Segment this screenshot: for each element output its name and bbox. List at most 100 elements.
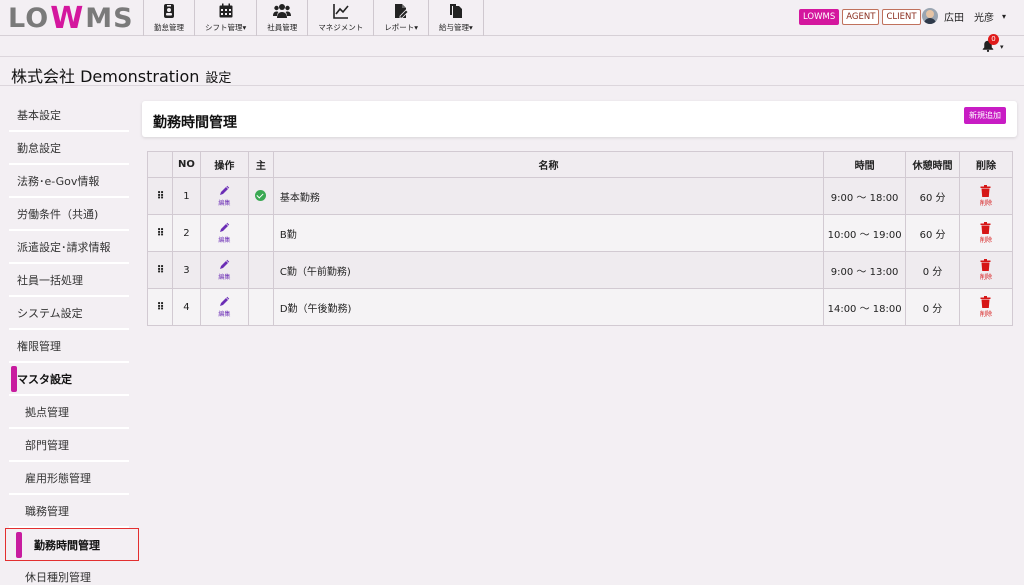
sidebar-item-bulk[interactable]: 社員一括処理 [9, 264, 129, 297]
delete-button[interactable]: 削除 [959, 288, 1013, 326]
add-new-button[interactable]: 新規追加 [964, 107, 1006, 124]
primary-indicator [247, 288, 274, 326]
sidebar-item-dispatch[interactable]: 派遣設定･請求情報 [9, 231, 129, 264]
sidebar-item-duties[interactable]: 職務管理 [9, 495, 129, 528]
row-name: B勤 [272, 214, 825, 252]
users-icon [273, 4, 292, 18]
content-title: 勤務時間管理 [153, 115, 237, 131]
drag-handle-icon[interactable]: ⠿ [147, 288, 173, 326]
primary-indicator [247, 251, 274, 289]
delete-label: 削除 [979, 200, 992, 207]
row-time: 14:00 〜 18:00 [823, 288, 907, 326]
edit-label: 編集 [218, 237, 231, 244]
delete-button[interactable]: 削除 [959, 177, 1013, 215]
row-name: D勤（午後勤務) [272, 288, 825, 326]
sidebar-item-departments[interactable]: 部門管理 [9, 429, 129, 462]
trash-icon [980, 185, 991, 197]
edit-label: 編集 [218, 274, 231, 281]
sidebar-item-labor-conditions[interactable]: 労働条件（共通) [9, 198, 129, 231]
role-badges: LOWMS AGENT CLIENT [799, 9, 921, 25]
edit-button[interactable]: 編集 [199, 251, 249, 289]
table-row: ⠿ 2 編集 B勤 10:00 〜 19:00 60 分 削除 [147, 214, 1013, 252]
delete-button[interactable]: 削除 [959, 251, 1013, 289]
row-time: 10:00 〜 19:00 [823, 214, 907, 252]
company-name: 株式会社 Demonstration [11, 67, 200, 86]
logo-text-end: MS [85, 2, 134, 34]
column-header-delete: 削除 [959, 151, 1013, 178]
nav-shift-label: シフト管理▾ [205, 23, 247, 32]
nav-management[interactable]: マネジメント [307, 0, 373, 36]
sidebar-item-attendance[interactable]: 勤怠設定 [9, 132, 129, 165]
delete-label: 削除 [979, 311, 992, 318]
logo-text-w: W [50, 0, 85, 36]
table-header-row: NO 操作 主 名称 時間 休憩時間 削除 [147, 151, 1013, 178]
pencil-icon [220, 222, 230, 232]
drag-handle-icon[interactable]: ⠿ [147, 214, 173, 252]
sidebar-item-permissions[interactable]: 権限管理 [9, 330, 129, 363]
page-title: 株式会社 Demonstration 設定 [11, 63, 231, 87]
row-time: 9:00 〜 18:00 [823, 177, 907, 215]
drag-handle-icon[interactable]: ⠿ [147, 251, 173, 289]
primary-indicator [247, 214, 274, 252]
column-header-primary: 主 [247, 151, 274, 178]
delete-label: 削除 [979, 237, 992, 244]
sidebar-item-holiday-types[interactable]: 休日種別管理 [9, 561, 129, 585]
pencil-icon [220, 259, 230, 269]
sidebar-item-legal[interactable]: 法務･e-Gov情報 [9, 165, 129, 198]
edit-button[interactable]: 編集 [199, 214, 249, 252]
section-name: 設定 [205, 71, 232, 86]
content-header: 勤務時間管理 新規追加 [142, 101, 1017, 137]
badge-agent[interactable]: AGENT [842, 9, 880, 25]
nav-attendance[interactable]: 勤怠管理 [143, 0, 194, 36]
column-header-time: 時間 [823, 151, 907, 178]
sidebar-item-employment-types[interactable]: 雇用形態管理 [9, 462, 129, 495]
sidebar-item-basic[interactable]: 基本設定 [9, 99, 129, 132]
table-row: ⠿ 1 編集 基本勤務 9:00 〜 18:00 60 分 削除 [147, 177, 1013, 215]
column-header-actions: 操作 [199, 151, 249, 178]
chart-line-icon [332, 4, 349, 19]
row-no: 3 [171, 251, 201, 289]
nav-shift[interactable]: シフト管理▾ [194, 0, 256, 36]
row-break: 60 分 [905, 214, 960, 252]
row-break: 0 分 [905, 288, 960, 326]
notification-button[interactable]: 0 ▾ [980, 34, 1008, 54]
nav-management-label: マネジメント [318, 23, 364, 32]
avatar [922, 8, 938, 24]
row-name: C勤（午前勤務) [272, 251, 825, 289]
nav-payroll[interactable]: 給与管理▾ [428, 0, 484, 36]
trash-icon [980, 296, 991, 308]
delete-button[interactable]: 削除 [959, 214, 1013, 252]
nav-employees-label: 社員管理 [267, 23, 298, 32]
top-navbar: LO W MS 勤怠管理 シフト管理▾ 社員管理 マネジメント レポート▾ 給与管理… [0, 0, 1024, 36]
edit-button[interactable]: 編集 [199, 177, 249, 215]
nav-report[interactable]: レポート▾ [373, 0, 428, 36]
logo-text-start: LO [8, 2, 50, 34]
table-row: ⠿ 4 編集 D勤（午後勤務) 14:00 〜 18:00 0 分 削除 [147, 288, 1013, 326]
row-no: 2 [171, 214, 201, 252]
edit-label: 編集 [218, 311, 231, 318]
settings-sidebar: 基本設定 勤怠設定 法務･e-Gov情報 労働条件（共通) 派遣設定･請求情報 … [5, 99, 139, 585]
user-menu[interactable]: 広田 光彦 ▾ [922, 8, 1006, 24]
app-logo[interactable]: LO W MS [8, 0, 134, 36]
column-header-no: NO [171, 151, 201, 178]
sidebar-item-work-hours[interactable]: 勤務時間管理 [5, 528, 139, 561]
pencil-icon [220, 296, 230, 306]
primary-indicator [247, 177, 274, 215]
badge-lowms[interactable]: LOWMS [799, 9, 840, 25]
column-header-break: 休憩時間 [905, 151, 960, 178]
chevron-down-icon: ▾ [1000, 43, 1004, 51]
copy-icon [449, 4, 462, 18]
row-no: 1 [171, 177, 201, 215]
badge-client[interactable]: CLIENT [882, 9, 921, 25]
page-title-bar: 株式会社 Demonstration 設定 [0, 56, 1024, 86]
sidebar-item-master[interactable]: マスタ設定 [9, 363, 129, 396]
row-time: 9:00 〜 13:00 [823, 251, 907, 289]
sidebar-item-locations[interactable]: 拠点管理 [9, 396, 129, 429]
pencil-icon [220, 185, 230, 195]
edit-button[interactable]: 編集 [199, 288, 249, 326]
sidebar-item-system[interactable]: システム設定 [9, 297, 129, 330]
row-break: 60 分 [905, 177, 960, 215]
nav-employees[interactable]: 社員管理 [256, 0, 307, 36]
trash-icon [980, 222, 991, 234]
drag-handle-icon[interactable]: ⠿ [147, 177, 173, 215]
